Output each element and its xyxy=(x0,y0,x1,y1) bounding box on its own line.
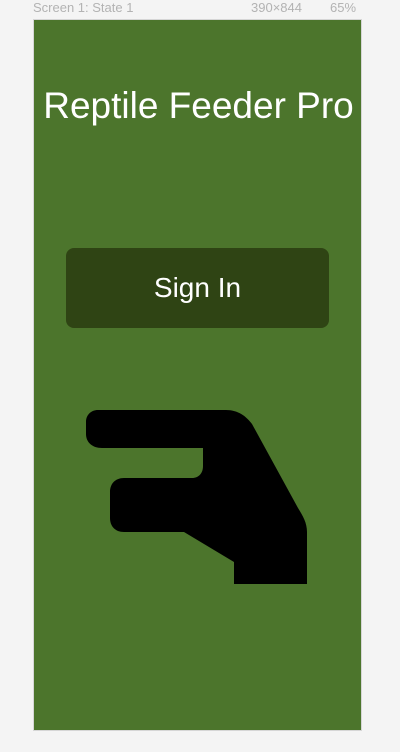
zoom-level: 65% xyxy=(330,0,357,15)
screen-label: Screen 1: State 1 xyxy=(33,0,134,15)
app-title: Reptile Feeder Pro xyxy=(43,85,354,126)
screen-dimensions: 390×844 xyxy=(251,0,302,15)
sign-in-button[interactable]: Sign In xyxy=(66,248,329,328)
canvas-header: Screen 1: State 1 390×844 65% xyxy=(0,0,400,16)
app-screen: Reptile Feeder Pro Sign In xyxy=(33,19,362,731)
pointing-hand-icon xyxy=(86,410,307,584)
